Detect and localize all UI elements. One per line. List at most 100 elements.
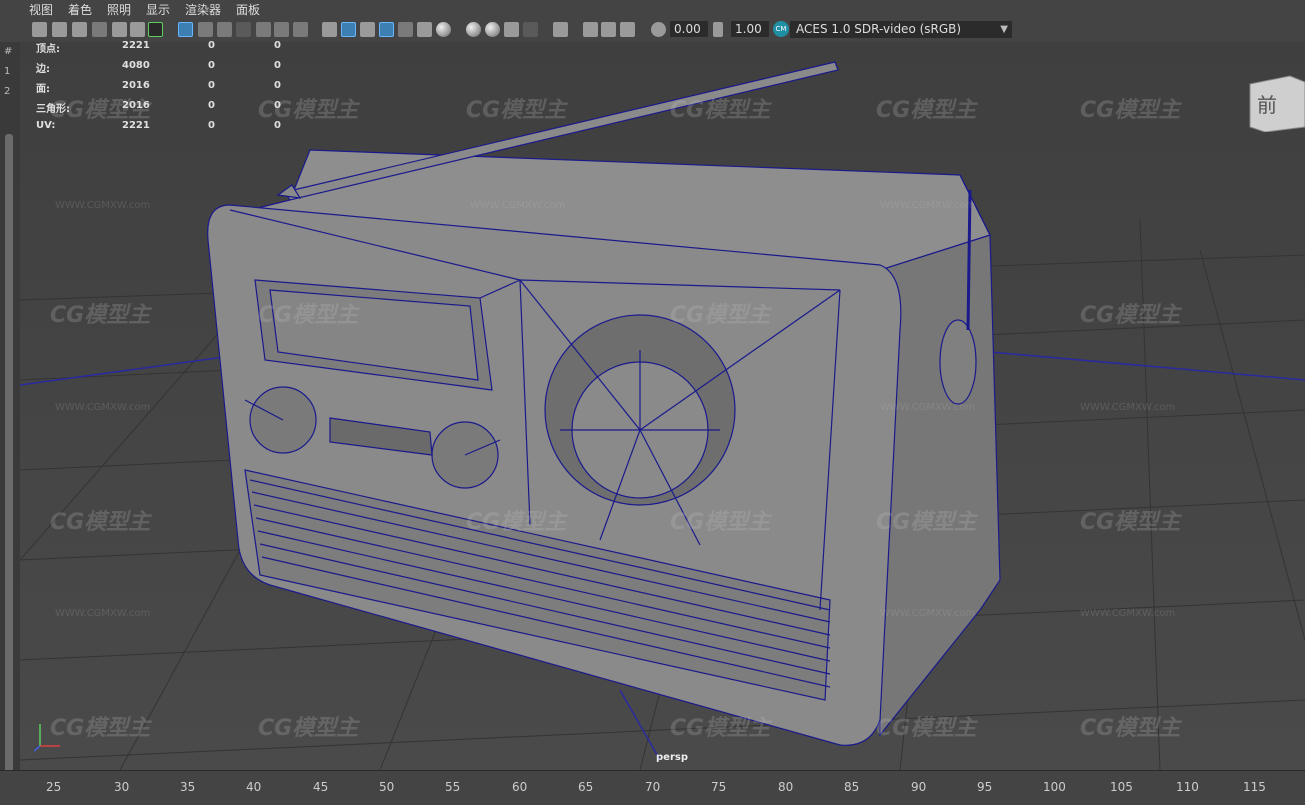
image-plane-icon[interactable]	[92, 22, 107, 37]
watermark-logo: CG模型主	[876, 98, 977, 123]
axis-line	[619, 689, 661, 761]
watermark-url: WWW.CGMXW.com	[470, 200, 566, 211]
perspective-viewport[interactable]: 前 CG模型主 CG模型主 CG模型主 CG模型主 CG模型主 CG模型主 WW…	[20, 42, 1305, 770]
hud-label: 面:	[36, 84, 50, 95]
hud-value: 0	[274, 60, 281, 71]
frame-tick: 115	[1243, 780, 1266, 794]
watermark-logo: CG模型主	[876, 510, 977, 535]
backface-culling-icon[interactable]	[620, 22, 635, 37]
grid-icon[interactable]	[178, 22, 193, 37]
left-side-strip: # 1 2	[0, 42, 21, 774]
wireframe-icon[interactable]	[322, 22, 337, 37]
hud-value: 0	[208, 80, 215, 91]
field-chart-icon[interactable]	[256, 22, 271, 37]
menu-shading[interactable]: 着色	[68, 1, 92, 18]
hud-count: 2221	[122, 40, 150, 51]
use-lights-icon[interactable]	[417, 22, 432, 37]
watermark-logo: CG模型主	[50, 303, 151, 328]
watermark-url: WWW.CGMXW.com	[1080, 608, 1176, 619]
menu-renderer[interactable]: 渲染器	[185, 1, 221, 18]
watermark-logo: CG模型主	[466, 98, 567, 123]
frame-tick: 30	[114, 780, 130, 794]
frame-tick: 80	[778, 780, 794, 794]
watermark-url: WWW.CGMXW.com	[880, 608, 976, 619]
watermark-url: WWW.CGMXW.com	[880, 402, 976, 413]
watermark-logo: CG模型主	[258, 303, 359, 328]
watermark-logo: CG模型主	[1080, 98, 1181, 123]
select-camera-icon[interactable]	[32, 22, 47, 37]
hud-label: 三角形:	[36, 104, 70, 115]
wireframe-on-shaded-icon[interactable]	[379, 22, 394, 37]
panel-toolbar: 0.00 1.00 CM ACES 1.0 SDR-video (sRGB) ▼	[0, 18, 1305, 43]
exposure-icon[interactable]	[651, 22, 666, 37]
depth-of-field-icon[interactable]	[523, 22, 538, 37]
view-transform-value: ACES 1.0 SDR-video (sRGB)	[796, 22, 962, 36]
default-material-icon[interactable]	[360, 22, 375, 37]
safe-title-icon[interactable]	[293, 22, 308, 37]
frame-tick: 85	[844, 780, 860, 794]
isolate-select-icon[interactable]	[553, 22, 568, 37]
frame-tick: 55	[445, 780, 461, 794]
camera-attributes-icon[interactable]	[52, 22, 67, 37]
frame-tick: 90	[911, 780, 927, 794]
axis-gizmo-icon	[34, 724, 60, 752]
hud-value: 0	[274, 100, 281, 111]
frame-tick: 100	[1043, 780, 1066, 794]
bookmark-icon[interactable]	[72, 22, 87, 37]
exposure-field[interactable]: 0.00	[670, 21, 708, 37]
multisample-aa-icon[interactable]	[504, 22, 519, 37]
watermark-logo: CG模型主	[1080, 716, 1181, 741]
watermark-logo: CG模型主	[50, 716, 151, 741]
hud-value: 0	[274, 80, 281, 91]
film-gate-icon[interactable]	[198, 22, 213, 37]
menu-show[interactable]: 显示	[146, 1, 170, 18]
resolution-gate-icon[interactable]	[217, 22, 232, 37]
frame-tick: 75	[711, 780, 727, 794]
frame-tick: 95	[977, 780, 993, 794]
watermark-logo: CG模型主	[670, 716, 771, 741]
gamma-field[interactable]: 1.00	[731, 21, 769, 37]
view-cube[interactable]: 前	[1245, 72, 1305, 133]
gate-mask-icon[interactable]	[236, 22, 251, 37]
pencil-icon[interactable]	[148, 22, 163, 37]
hud-value: 0	[208, 120, 215, 131]
frame-tick: 110	[1176, 780, 1199, 794]
watermark-logo: CG模型主	[670, 98, 771, 123]
frame-tick: 105	[1110, 780, 1133, 794]
chevron-down-icon: ▼	[1000, 24, 1008, 35]
textured-icon[interactable]	[398, 22, 413, 37]
smooth-shade-icon[interactable]	[341, 22, 356, 37]
hud-label: 边:	[36, 64, 50, 75]
color-management-icon[interactable]: CM	[773, 21, 789, 37]
hud-value: 0	[208, 60, 215, 71]
menu-view[interactable]: 视图	[29, 1, 53, 18]
watermark-logo: CG模型主	[466, 510, 567, 535]
2d-pan-icon[interactable]	[112, 22, 127, 37]
shadows-icon[interactable]	[436, 22, 451, 37]
safe-action-icon[interactable]	[274, 22, 289, 37]
frame-tick: 45	[313, 780, 329, 794]
menu-bar: 视图 着色 照明 显示 渲染器 面板	[0, 0, 1305, 18]
hud-count: 2016	[122, 80, 150, 91]
hud-label: 顶点:	[36, 44, 60, 55]
xray-joints-icon[interactable]	[601, 22, 616, 37]
watermark-logo: CG模型主	[1080, 303, 1181, 328]
grease-pencil-icon[interactable]	[130, 22, 145, 37]
hud-value: 0	[208, 100, 215, 111]
viewcube-face-label: 前	[1257, 93, 1277, 117]
vertical-scrollbar[interactable]	[5, 134, 13, 774]
view-transform-dropdown[interactable]: ACES 1.0 SDR-video (sRGB) ▼	[790, 21, 1012, 38]
xray-icon[interactable]	[583, 22, 598, 37]
hud-value: 0	[208, 40, 215, 51]
menu-lighting[interactable]: 照明	[107, 1, 131, 18]
watermark-url: WWW.CGMXW.com	[55, 608, 151, 619]
gamma-icon[interactable]	[713, 22, 723, 37]
camera-label: persp	[656, 752, 688, 763]
hud-label: UV:	[36, 120, 56, 131]
screen-space-ao-icon[interactable]	[466, 22, 481, 37]
menu-panels[interactable]: 面板	[236, 1, 260, 18]
motion-blur-icon[interactable]	[485, 22, 500, 37]
watermark-url: WWW.CGMXW.com	[55, 200, 151, 211]
time-slider[interactable]: 25 30 35 40 45 50 55 60 65 70 75 80 85 9…	[0, 770, 1305, 805]
hud-value: 0	[274, 120, 281, 131]
